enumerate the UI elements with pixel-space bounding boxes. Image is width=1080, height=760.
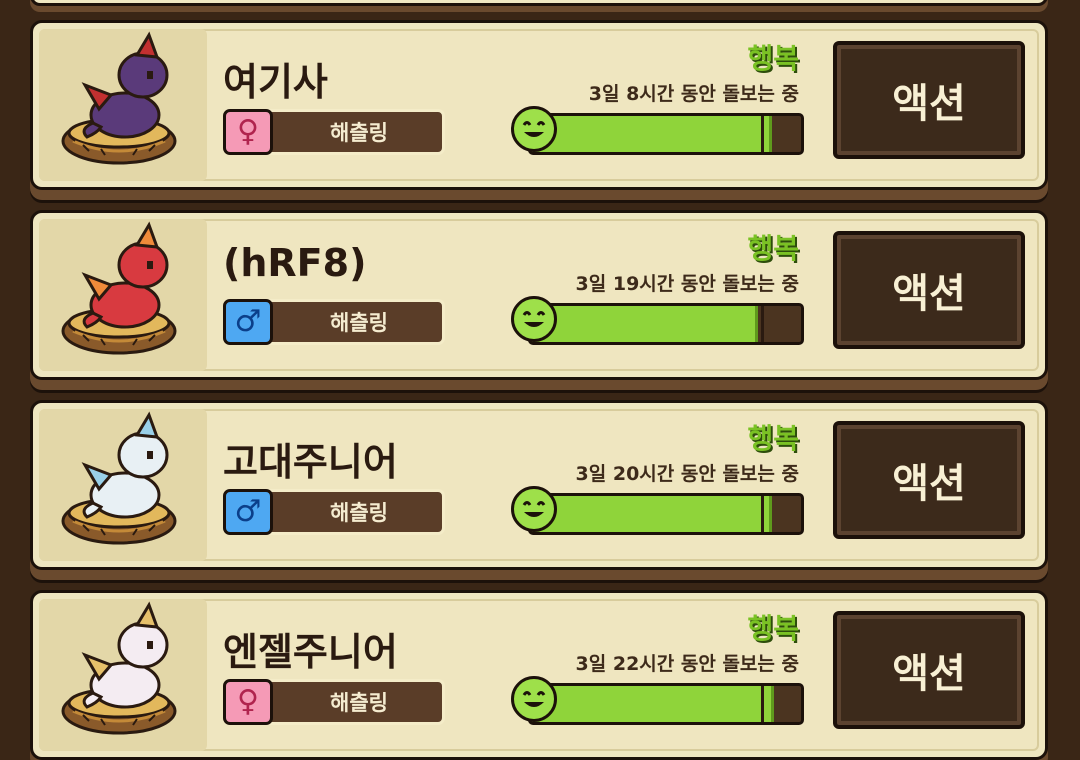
- happiness-bar-divider: [761, 116, 764, 152]
- pet-name: (hRF8): [223, 241, 367, 285]
- dragon-icon: [61, 31, 177, 165]
- dragon-portrait[interactable]: [39, 599, 207, 751]
- dragon-portrait[interactable]: [39, 219, 207, 371]
- pet-card-1: 여기사 ♀ 해츨링 행복 3일 8시간 동안 돌보는 중 액션: [30, 20, 1048, 190]
- happy-face-icon: [511, 486, 557, 532]
- happy-face-icon: [511, 296, 557, 342]
- care-duration: 3일 8시간 동안 돌보는 중: [588, 83, 799, 105]
- action-button[interactable]: 액션: [833, 41, 1025, 159]
- dragon-icon: [61, 221, 177, 355]
- stage-tag: ♀ 해츨링: [223, 109, 445, 155]
- mood-label: 행복: [747, 42, 799, 75]
- male-icon: ♂: [223, 489, 273, 535]
- happiness-bar-fill: [531, 686, 775, 722]
- pet-name: 고대주니어: [223, 440, 398, 484]
- care-duration: 3일 22시간 동안 돌보는 중: [575, 653, 799, 675]
- action-button[interactable]: 액션: [833, 231, 1025, 349]
- happiness-bar: [528, 493, 804, 535]
- pet-card-2: (hRF8) ♂ 해츨링 행복 3일 19시간 동안 돌보는 중 액션: [30, 210, 1048, 380]
- pet-name: 엔젤주니어: [223, 630, 398, 674]
- mood-label: 행복: [747, 422, 799, 455]
- happiness-bar-fill: [531, 496, 772, 532]
- happiness-bar: [528, 113, 804, 155]
- happiness-bar: [528, 303, 804, 345]
- happiness-bar-divider: [761, 306, 764, 342]
- male-icon: ♂: [223, 299, 273, 345]
- happiness-bar-fill: [531, 116, 772, 152]
- happy-face-icon: [511, 676, 557, 722]
- action-button[interactable]: 액션: [833, 611, 1025, 729]
- dragon-portrait[interactable]: [39, 29, 207, 181]
- dragon-portrait[interactable]: [39, 409, 207, 561]
- stage-label: 해츨링: [330, 501, 388, 525]
- mood-label: 행복: [747, 612, 799, 645]
- happiness-bar-divider: [761, 686, 764, 722]
- stage-label: 해츨링: [330, 311, 388, 335]
- action-button[interactable]: 액션: [833, 421, 1025, 539]
- stage-label: 해츨링: [330, 121, 388, 145]
- stage-tag: ♂ 해츨링: [223, 489, 445, 535]
- previous-card-edge: [30, 0, 1048, 6]
- pet-name: 여기사: [223, 60, 328, 104]
- stage-tag: ♀ 해츨링: [223, 679, 445, 725]
- pet-card-3: 고대주니어 ♂ 해츨링 행복 3일 20시간 동안 돌보는 중 액션: [30, 400, 1048, 570]
- happiness-bar: [528, 683, 804, 725]
- care-duration: 3일 19시간 동안 돌보는 중: [575, 273, 799, 295]
- dragon-icon: [61, 411, 177, 545]
- happy-face-icon: [511, 106, 557, 152]
- female-icon: ♀: [223, 109, 273, 155]
- pet-card-4: 엔젤주니어 ♀ 해츨링 행복 3일 22시간 동안 돌보는 중 액션: [30, 590, 1048, 760]
- happiness-bar-fill: [531, 306, 759, 342]
- stage-label: 해츨링: [330, 691, 388, 715]
- dragon-icon: [61, 601, 177, 735]
- happiness-bar-divider: [761, 496, 764, 532]
- stage-tag: ♂ 해츨링: [223, 299, 445, 345]
- mood-label: 행복: [747, 232, 799, 265]
- female-icon: ♀: [223, 679, 273, 725]
- care-duration: 3일 20시간 동안 돌보는 중: [575, 463, 799, 485]
